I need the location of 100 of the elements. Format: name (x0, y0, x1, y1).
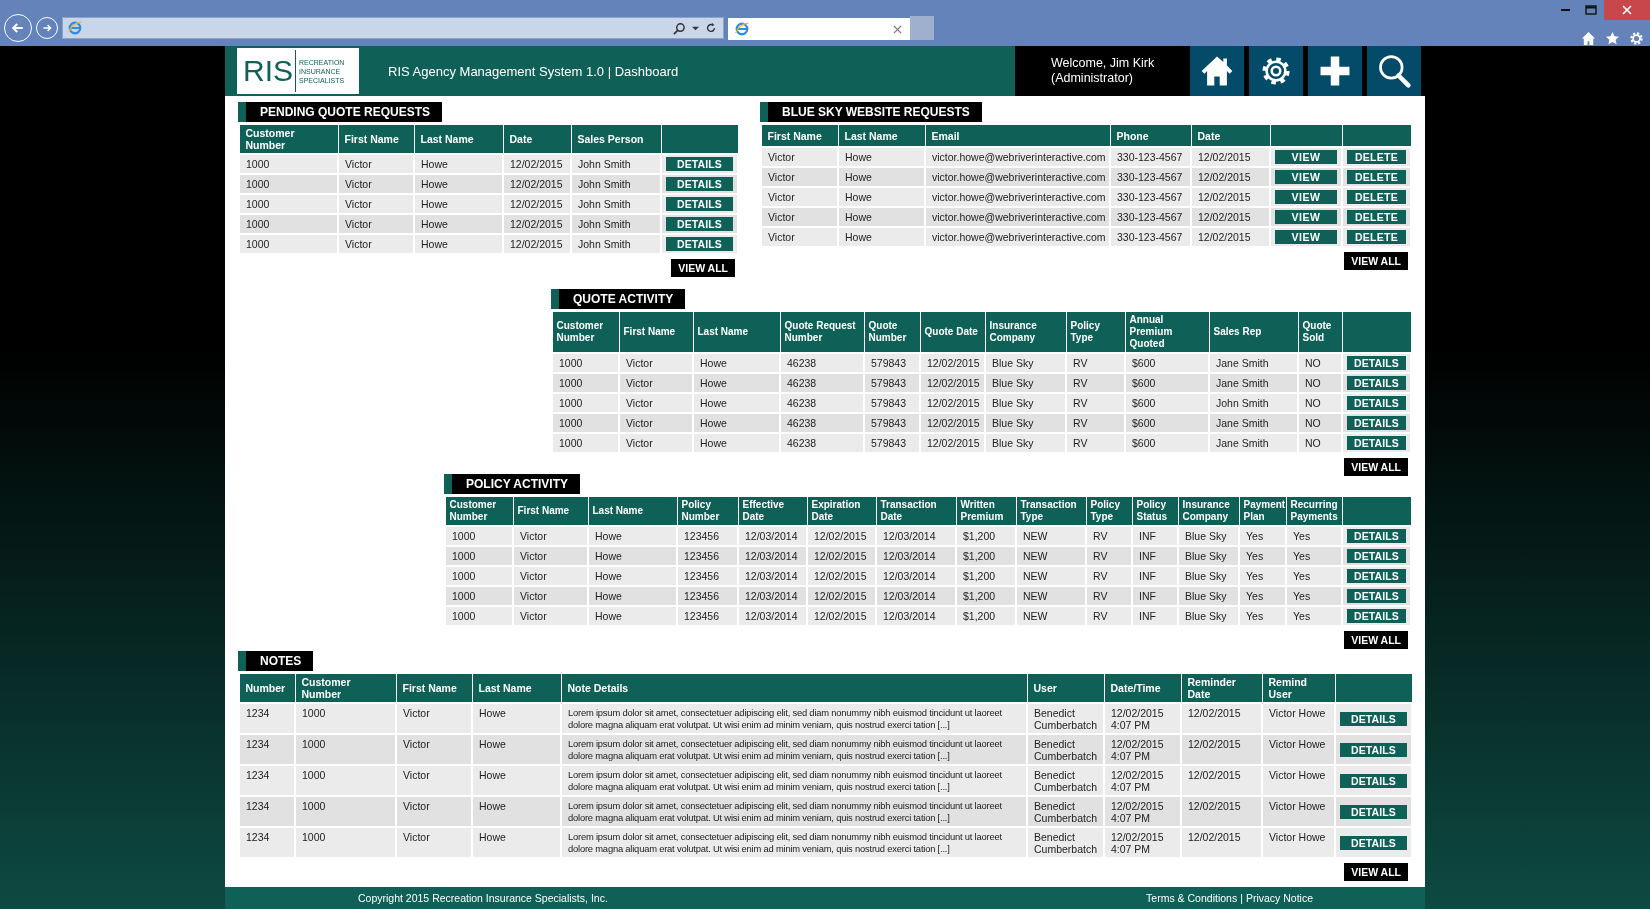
footer-link[interactable]: Terms & Conditions (1146, 892, 1238, 904)
details-button[interactable]: DETAILS (1347, 356, 1406, 370)
table-cell: 12/02/2015 4:07 PM (1104, 827, 1181, 858)
details-button[interactable]: DETAILS (1340, 742, 1407, 757)
details-button[interactable]: DETAILS (1347, 436, 1406, 450)
browser-logo-icon (734, 21, 750, 37)
close-icon[interactable] (893, 24, 902, 34)
column-header: Quote Request Number (780, 311, 864, 353)
star-icon[interactable] (1605, 31, 1620, 46)
table-cell: Victor (396, 703, 472, 734)
table-cell: Howe (588, 526, 677, 546)
details-button[interactable]: DETAILS (1347, 569, 1406, 583)
details-button[interactable]: DETAILS (666, 157, 733, 171)
column-header: Customer Number (445, 496, 513, 526)
table-cell: Victor (396, 765, 472, 796)
dropdown-caret-icon[interactable] (692, 24, 699, 32)
column-header: User (1027, 673, 1104, 703)
table-cell: Victor Howe (1262, 765, 1335, 796)
table-cell: 12/02/2015 (1191, 147, 1270, 167)
delete-button[interactable]: DELETE (1347, 230, 1406, 244)
delete-button[interactable]: DELETE (1347, 150, 1406, 164)
link-separator: | (1240, 892, 1243, 904)
view-button[interactable]: VIEW (1275, 230, 1337, 244)
column-header: Policy Type (1086, 496, 1132, 526)
view-all-button[interactable]: VIEW ALL (1344, 631, 1408, 649)
table-cell: 12/02/2015 4:07 PM (1104, 734, 1181, 765)
table-cell: Blue Sky (1178, 526, 1239, 546)
column-header: Quote Sold (1298, 311, 1342, 353)
table-cell: Yes (1286, 526, 1342, 546)
left-arrow-icon (10, 20, 26, 36)
search-button[interactable] (1367, 46, 1421, 96)
details-button[interactable]: DETAILS (666, 217, 733, 231)
details-button[interactable]: DETAILS (1340, 773, 1407, 788)
table-cell: $600 (1125, 353, 1209, 373)
delete-button[interactable]: DELETE (1347, 170, 1406, 184)
details-button[interactable]: DETAILS (1340, 711, 1407, 726)
column-header: Date/Time (1104, 673, 1181, 703)
view-all-button[interactable]: VIEW ALL (1344, 458, 1408, 476)
delete-button[interactable]: DELETE (1347, 190, 1406, 204)
refresh-icon[interactable] (705, 22, 717, 34)
view-button[interactable]: VIEW (1275, 210, 1337, 224)
column-header: Email (925, 124, 1110, 147)
table-cell: 12/02/2015 (807, 526, 876, 546)
section-title: POLICY ACTIVITY (444, 474, 580, 494)
table-cell: 1000 (552, 433, 619, 453)
details-button[interactable]: DETAILS (1340, 804, 1407, 819)
column-header: Transaction Type (1016, 496, 1086, 526)
column-header: Insurance Company (985, 311, 1066, 353)
details-button[interactable]: DETAILS (1347, 376, 1406, 390)
table-cell: 46238 (780, 353, 864, 373)
details-button[interactable]: DETAILS (1347, 396, 1406, 410)
footer-link[interactable]: Privacy Notice (1245, 892, 1313, 904)
table-cell: 12/02/2015 (1181, 734, 1262, 765)
details-button[interactable]: DETAILS (1347, 549, 1406, 563)
column-header: Policy Status (1132, 496, 1178, 526)
column-header: First Name (761, 124, 838, 147)
details-button[interactable]: DETAILS (1347, 416, 1406, 430)
home-button[interactable] (1190, 46, 1244, 96)
copyright-text: Copyright 2015 Recreation Insurance Specialists, Inc. (358, 892, 608, 904)
table-cell: 1000 (295, 734, 396, 765)
address-field[interactable] (62, 17, 724, 39)
settings-button[interactable] (1249, 46, 1303, 96)
view-button[interactable]: VIEW (1275, 190, 1337, 204)
table-cell: John Smith (571, 154, 661, 174)
browser-tab[interactable] (728, 18, 910, 40)
table-cell: 1234 (239, 765, 295, 796)
details-button[interactable]: DETAILS (1347, 589, 1406, 603)
column-header: Last Name (414, 124, 503, 154)
table-cell: Howe (472, 827, 561, 858)
view-all-button[interactable]: VIEW ALL (671, 259, 735, 277)
details-button[interactable]: DETAILS (1347, 529, 1406, 543)
details-button[interactable]: DETAILS (1340, 835, 1407, 850)
view-button[interactable]: VIEW (1275, 170, 1337, 184)
table-cell: Howe (472, 765, 561, 796)
table-cell: Victor (619, 353, 693, 373)
add-button[interactable] (1308, 46, 1362, 96)
view-all-button[interactable]: VIEW ALL (1344, 863, 1408, 881)
close-window-button[interactable] (1604, 0, 1650, 20)
table-cell: 1000 (445, 586, 513, 606)
search-icon[interactable] (673, 21, 686, 35)
details-button[interactable]: DETAILS (666, 237, 733, 251)
details-button[interactable]: DETAILS (666, 197, 733, 211)
details-button[interactable]: DETAILS (666, 177, 733, 191)
table-cell: Blue Sky (985, 353, 1066, 373)
details-button[interactable]: DETAILS (1347, 609, 1406, 623)
table-cell: 1000 (295, 765, 396, 796)
view-all-button[interactable]: VIEW ALL (1344, 252, 1408, 270)
view-button[interactable]: VIEW (1275, 150, 1337, 164)
home-icon[interactable] (1581, 31, 1596, 46)
table-cell: Victor (761, 187, 838, 207)
column-header: Last Name (472, 673, 561, 703)
table-cell: victor.howe@webriverinteractive.com (925, 147, 1110, 167)
settings-icon[interactable] (1629, 31, 1644, 46)
column-header: Transaction Date (876, 496, 956, 526)
table-cell: Howe (472, 734, 561, 765)
table-cell: NEW (1016, 526, 1086, 546)
delete-button[interactable]: DELETE (1347, 210, 1406, 224)
welcome-text: Welcome, Jim Kirk (1051, 56, 1156, 71)
table-cell: 12/02/2015 (503, 154, 571, 174)
table-cell: Victor (761, 207, 838, 227)
